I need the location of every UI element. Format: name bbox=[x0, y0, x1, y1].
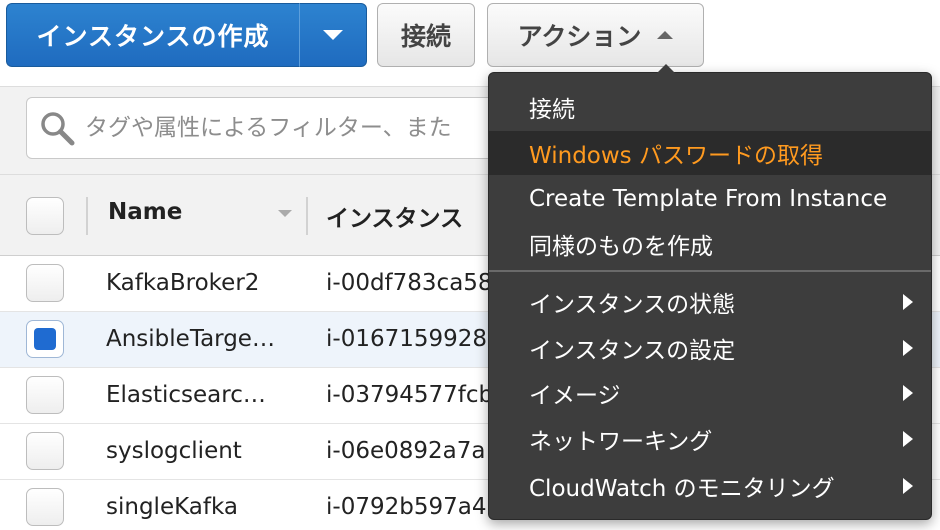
row-checkbox[interactable] bbox=[26, 432, 64, 470]
chevron-right-icon bbox=[903, 294, 913, 310]
search-input[interactable] bbox=[85, 115, 525, 141]
chevron-down-icon bbox=[323, 30, 343, 40]
chevron-right-icon bbox=[903, 431, 913, 447]
menu-item-label: 同様のものを作成 bbox=[529, 234, 713, 260]
menu-item-label: イメージ bbox=[529, 383, 621, 409]
menu-pointer bbox=[657, 64, 675, 73]
launch-instance-button[interactable]: インスタンスの作成 bbox=[6, 3, 299, 67]
menu-item-create-template[interactable]: Create Template From Instance bbox=[489, 177, 931, 221]
menu-item-label: CloudWatch のモニタリング bbox=[529, 476, 835, 502]
column-header-name[interactable]: Name bbox=[108, 199, 182, 225]
column-divider bbox=[306, 197, 308, 235]
chevron-right-icon bbox=[903, 385, 913, 401]
instance-id: i-0792b597a4 bbox=[326, 494, 487, 520]
menu-item-label: 接続 bbox=[529, 97, 575, 123]
chevron-right-icon bbox=[903, 478, 913, 494]
instance-id: i-0167159928c bbox=[326, 326, 500, 352]
connect-button[interactable]: 接続 bbox=[377, 3, 475, 67]
menu-item-image[interactable]: イメージ bbox=[489, 371, 931, 415]
menu-item-label: ネットワーキング bbox=[529, 429, 713, 455]
instance-id: i-00df783ca58 bbox=[326, 270, 493, 296]
menu-item-launch-more-like-this[interactable]: 同様のものを作成 bbox=[489, 222, 931, 266]
menu-item-connect[interactable]: 接続 bbox=[489, 85, 931, 129]
launch-instance-label: インスタンスの作成 bbox=[36, 22, 270, 51]
instance-id: i-03794577fcb bbox=[326, 382, 494, 408]
row-checkbox[interactable] bbox=[26, 320, 64, 358]
instance-id: i-06e0892a7a bbox=[326, 438, 486, 464]
chevron-right-icon bbox=[903, 340, 913, 356]
menu-item-cloudwatch-monitoring[interactable]: CloudWatch のモニタリング bbox=[489, 464, 931, 508]
menu-item-instance-state[interactable]: インスタンスの状態 bbox=[489, 280, 931, 324]
instance-name: singleKafka bbox=[106, 494, 238, 520]
row-checkbox[interactable] bbox=[26, 488, 64, 526]
search-box[interactable] bbox=[26, 97, 526, 159]
select-all-checkbox[interactable] bbox=[26, 197, 64, 235]
menu-item-label: Create Template From Instance bbox=[529, 186, 888, 212]
row-checkbox[interactable] bbox=[26, 264, 64, 302]
menu-item-label: インスタンスの状態 bbox=[529, 292, 736, 318]
launch-instance-dropdown-button[interactable] bbox=[299, 3, 367, 67]
row-checkbox[interactable] bbox=[26, 376, 64, 414]
sort-down-icon[interactable] bbox=[278, 210, 292, 217]
actions-label: アクション bbox=[517, 22, 642, 51]
menu-item-label: インスタンスの設定 bbox=[529, 338, 736, 364]
actions-button[interactable]: アクション bbox=[487, 3, 704, 67]
menu-divider bbox=[489, 270, 931, 272]
menu-item-get-windows-password[interactable]: Windows パスワードの取得 bbox=[489, 131, 931, 175]
instance-name: Elasticsearc… bbox=[106, 382, 266, 408]
instance-name: syslogclient bbox=[106, 438, 242, 464]
search-icon bbox=[41, 112, 75, 146]
actions-menu: 接続 Windows パスワードの取得 Create Template From… bbox=[488, 64, 932, 520]
column-header-instance-id[interactable]: インスタンス bbox=[326, 199, 463, 233]
instance-name: KafkaBroker2 bbox=[106, 270, 260, 296]
chevron-up-icon bbox=[657, 31, 674, 39]
toolbar: インスタンスの作成 接続 アクション bbox=[0, 0, 940, 80]
column-divider bbox=[86, 197, 88, 235]
menu-item-networking[interactable]: ネットワーキング bbox=[489, 417, 931, 461]
connect-label: 接続 bbox=[400, 22, 451, 51]
menu-item-instance-settings[interactable]: インスタンスの設定 bbox=[489, 326, 931, 370]
instance-name: AnsibleTarge… bbox=[106, 326, 275, 352]
menu-item-label: Windows パスワードの取得 bbox=[529, 143, 823, 169]
